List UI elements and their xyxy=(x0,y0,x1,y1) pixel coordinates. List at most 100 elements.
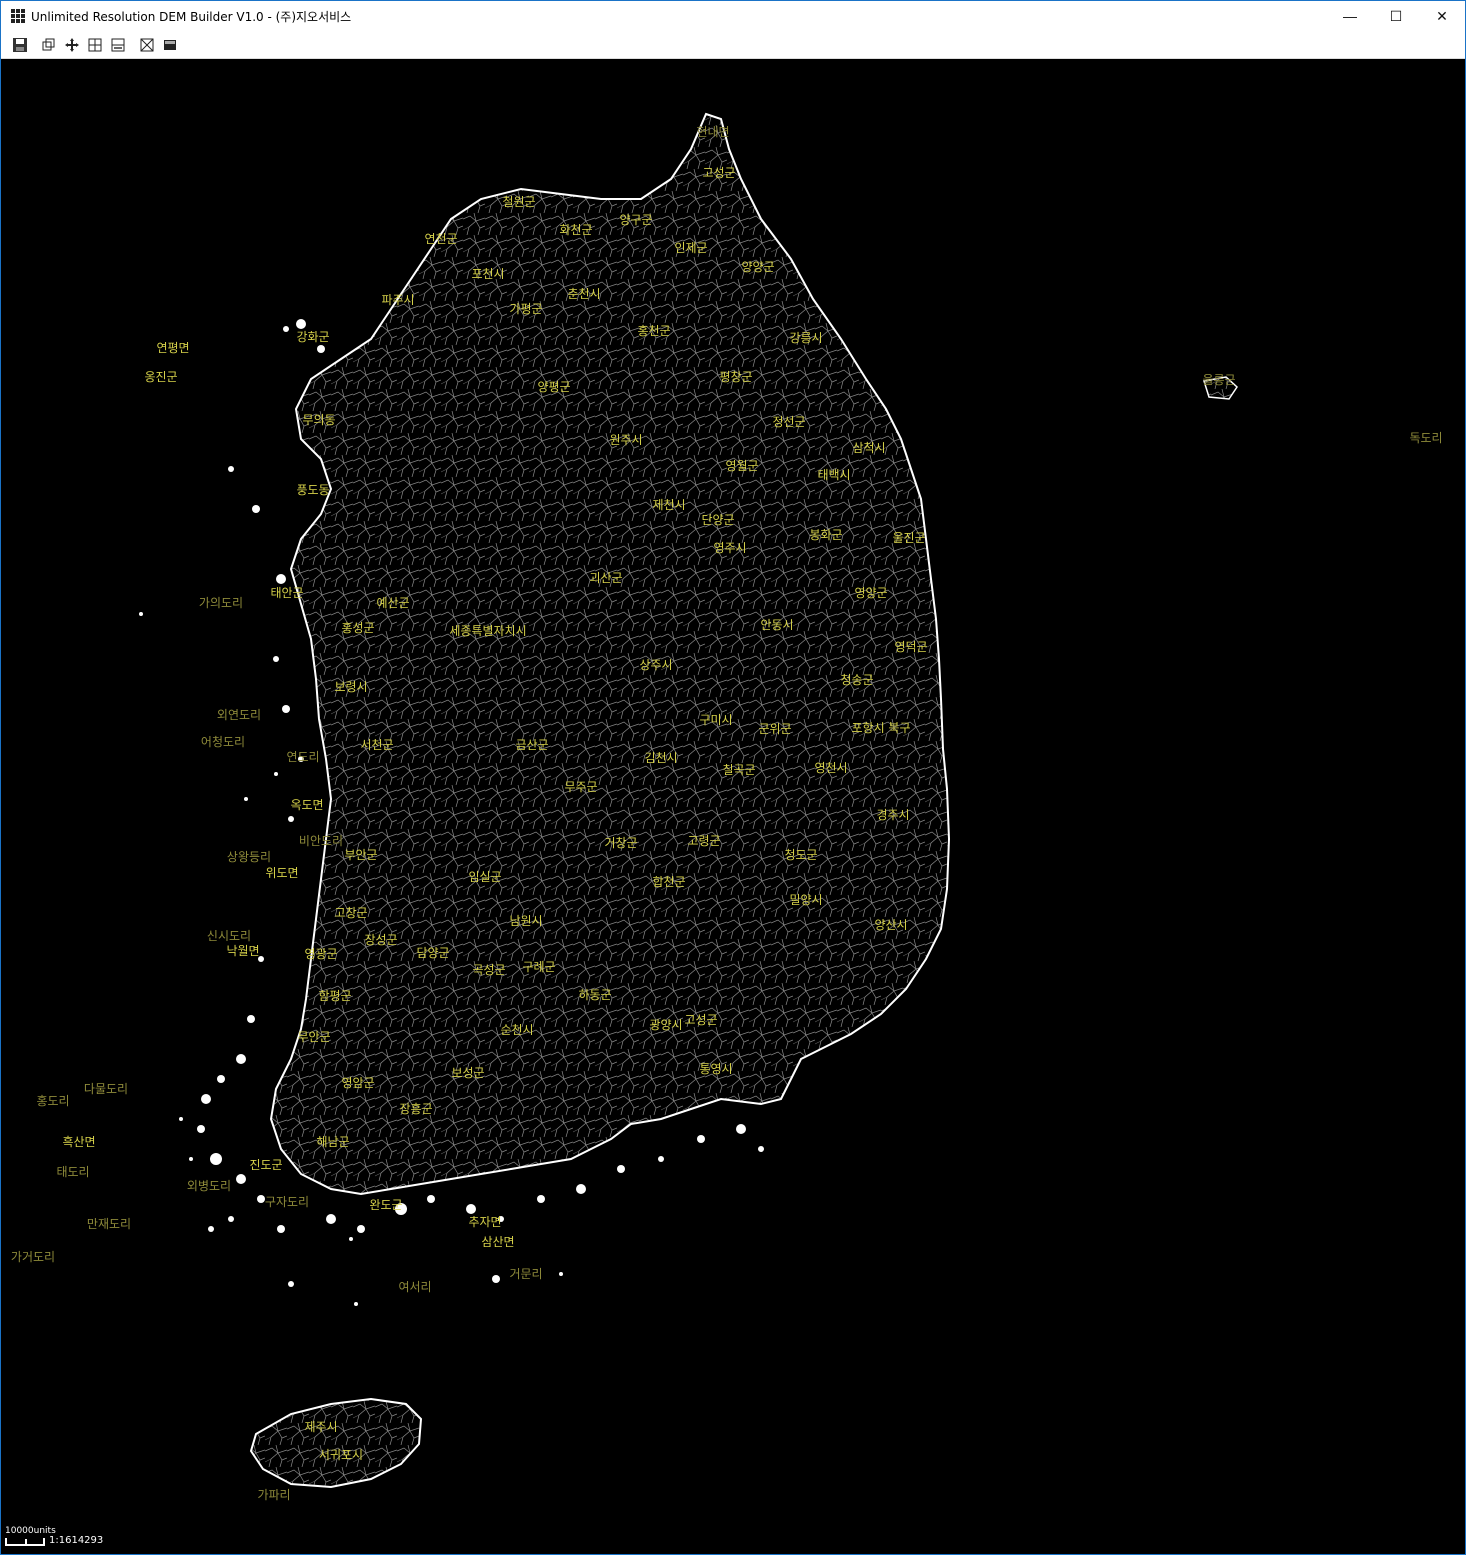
map-label: 양평군 xyxy=(537,380,570,394)
map-view[interactable]: 현내면고성군철원군화천군양구군인제군양양군연천군포천시춘천시파주시홍천군 강릉시연… xyxy=(1,59,1465,1554)
map-label: 울진군 xyxy=(892,531,925,545)
map-label: 칠곡군 xyxy=(722,763,755,777)
map-label: 무안군 xyxy=(297,1030,330,1044)
map-label: 부안군 xyxy=(344,848,377,862)
map-label: 태도리 xyxy=(56,1165,89,1179)
close-button[interactable]: ✕ xyxy=(1419,1,1465,31)
map-label: 고성군 xyxy=(702,166,735,180)
map-label: 양구군 xyxy=(619,213,652,227)
map-label: 연평면 xyxy=(156,341,189,355)
map-label: 삼척시 xyxy=(852,441,885,455)
map-label: 홍도리 xyxy=(36,1094,69,1108)
map-label: 어청도리 xyxy=(201,735,245,749)
map-label: 원주시 xyxy=(609,433,642,447)
map-label: 거창군 xyxy=(604,836,637,850)
map-label: 여서리 xyxy=(398,1280,431,1294)
map-label: 풍도동 xyxy=(296,483,329,497)
map-label: 위도면 xyxy=(265,866,298,880)
app-grid-icon xyxy=(11,9,25,23)
map-label: 철원군 xyxy=(502,195,535,209)
map-label: 봉화군 xyxy=(809,528,842,542)
map-label: 양산시 xyxy=(874,918,907,932)
mainland-korea xyxy=(269,112,951,1196)
map-label: 강릉시 xyxy=(789,331,822,345)
map-label: 홍성군 xyxy=(341,621,374,635)
save-icon[interactable] xyxy=(11,36,29,54)
map-label: 영양군 xyxy=(854,586,887,600)
layers-icon[interactable] xyxy=(40,36,58,54)
map-label: 광양시 xyxy=(649,1018,682,1032)
map-label: 예산군 xyxy=(376,596,409,610)
map-label: 가파리 xyxy=(257,1488,290,1502)
map-label: 곡성군 xyxy=(472,963,505,977)
map-label: 현내면 xyxy=(696,125,729,139)
map-label: 하동군 xyxy=(578,988,611,1002)
map-label: 경주시 xyxy=(876,808,909,822)
transform-icon[interactable] xyxy=(138,36,156,54)
map-label: 해남군 xyxy=(316,1135,349,1149)
map-label: 상왕등리 xyxy=(227,850,271,864)
map-label: 남원시 xyxy=(509,914,542,928)
map-label: 단양군 xyxy=(701,513,734,527)
map-label: 강화군 xyxy=(296,330,329,344)
map-label: 임실군 xyxy=(468,870,501,884)
map-label: 청송군 xyxy=(840,673,873,687)
window-controls: — ☐ ✕ xyxy=(1327,1,1465,31)
jeju-island xyxy=(249,1397,423,1489)
raster-icon[interactable] xyxy=(161,36,179,54)
map-label: 서귀포시 xyxy=(319,1448,363,1462)
toolbar xyxy=(1,31,1465,59)
map-label: 함평군 xyxy=(318,989,351,1003)
scale-value: 1:1614293 xyxy=(49,1535,104,1546)
map-label: 추자면 xyxy=(468,1215,501,1229)
map-label: 옥도면 xyxy=(290,798,323,812)
map-label: 세종특별자치시 xyxy=(449,624,526,638)
map-label: 평창군 xyxy=(719,370,752,384)
map-label: 담양군 xyxy=(416,946,449,960)
map-label: 태안군 xyxy=(270,586,303,600)
map-label: 영월군 xyxy=(725,459,758,473)
map-label: 인제군 xyxy=(674,241,707,255)
map-label: 파주시 xyxy=(381,293,414,307)
map-label: 흑산면 xyxy=(62,1135,95,1149)
app-window: Unlimited Resolution DEM Builder V1.0 - … xyxy=(0,0,1466,1555)
map-label: 연도리 xyxy=(286,750,319,764)
map-label: 보성군 xyxy=(451,1066,484,1080)
minimize-button[interactable]: — xyxy=(1327,1,1373,31)
map-label: 화천군 xyxy=(559,222,592,237)
map-label: 김천시 xyxy=(644,750,677,765)
map-label: 서천군 xyxy=(360,737,393,752)
map-label: 영암군 xyxy=(341,1076,374,1090)
map-label: 장성군 xyxy=(364,933,397,947)
title-bar[interactable]: Unlimited Resolution DEM Builder V1.0 - … xyxy=(1,1,1465,31)
map-label: 홍천군 xyxy=(637,323,670,338)
map-label: 순천시 xyxy=(500,1022,533,1037)
map-label: 괴산군 xyxy=(589,571,622,585)
map-label: 진도군 xyxy=(249,1158,282,1172)
maximize-button[interactable]: ☐ xyxy=(1373,1,1419,31)
grid-icon[interactable] xyxy=(86,36,104,54)
map-label: 금산군 xyxy=(515,738,548,752)
window-title: Unlimited Resolution DEM Builder V1.0 - … xyxy=(31,9,352,24)
map-label: 밀양시 xyxy=(789,893,822,907)
map-label: 비안도리 xyxy=(299,834,343,848)
map-label: 태백시 xyxy=(817,468,850,482)
map-label: 제천시 xyxy=(652,497,685,512)
map-label: 구미시 xyxy=(699,713,732,727)
map-label: 가평군 xyxy=(509,302,542,316)
split-icon[interactable] xyxy=(109,36,127,54)
pan-icon[interactable] xyxy=(63,36,81,54)
map-label: 정선군 xyxy=(772,415,805,429)
map-label: 낙월면 xyxy=(226,944,259,958)
map-label: 고성군 xyxy=(684,1013,717,1027)
map-label: 영광군 xyxy=(304,947,337,961)
map-label: 양양군 xyxy=(741,260,774,274)
map-canvas[interactable]: 현내면 고성군 철원군 화천군 양구군 인제군 양양군 연천군 포천시 춘천시 파주시 홍천군 강릉시 연… xyxy=(1,59,1465,1554)
map-label: 제주시 xyxy=(304,1420,337,1434)
map-label: 고령군 xyxy=(687,834,720,848)
map-label: 연천군 xyxy=(424,231,457,246)
map-label: 가거도리 xyxy=(11,1250,55,1264)
map-label: 무주군 xyxy=(564,780,597,794)
map-label: 다물도리 xyxy=(84,1082,128,1096)
map-label: 영주시 xyxy=(713,541,746,555)
